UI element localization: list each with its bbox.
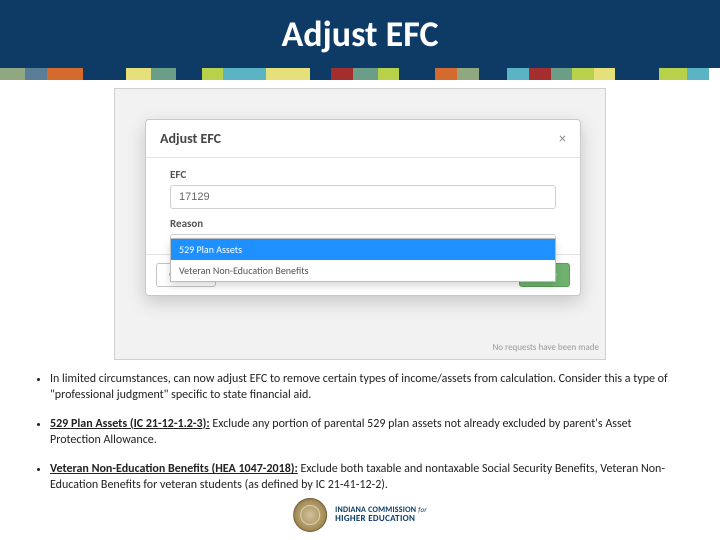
bullet-2-label: 529 Plan Assets (IC 21-12-1.2-3): (50, 417, 210, 431)
close-icon[interactable]: × (559, 132, 566, 146)
adjust-efc-modal: Adjust EFC × EFC Reason 529 Plan Assets … (145, 119, 581, 296)
footer-line2: HIGHER EDUCATION (335, 514, 427, 523)
bullet-2: 529 Plan Assets (IC 21-12-1.2-3): Exclud… (50, 417, 684, 448)
modal-title: Adjust EFC (160, 130, 221, 147)
bullet-1: In limited circumstances, can now adjust… (50, 372, 684, 403)
footer-text: INDIANA COMMISSION for HIGHER EDUCATION (335, 506, 427, 524)
reason-label: Reason (170, 217, 556, 230)
background-status-text: No requests have been made (492, 342, 599, 353)
embedded-screenshot: No requests have been made Adjust EFC × … (114, 88, 606, 360)
modal-header: Adjust EFC × (146, 120, 580, 158)
efc-label: EFC (170, 168, 556, 181)
reason-dropdown-list: 529 Plan Assets Veteran Non-Education Be… (170, 238, 556, 282)
brand-colorbar (0, 68, 720, 80)
indiana-seal-icon (293, 498, 327, 532)
bullet-list: In limited circumstances, can now adjust… (0, 360, 720, 494)
bullet-3-label: Veteran Non-Education Benefits (HEA 1047… (50, 462, 298, 476)
page-title: Adjust EFC (281, 12, 438, 56)
efc-field[interactable] (170, 185, 556, 209)
bullet-3: Veteran Non-Education Benefits (HEA 1047… (50, 462, 684, 493)
footer-for: for (418, 505, 427, 514)
dropdown-option-529[interactable]: 529 Plan Assets (171, 239, 555, 260)
modal-body: EFC Reason 529 Plan Assets Veteran Non-E… (146, 158, 580, 254)
title-band: Adjust EFC (0, 0, 720, 68)
footer-logo: INDIANA COMMISSION for HIGHER EDUCATION (293, 498, 427, 532)
dropdown-option-veteran[interactable]: Veteran Non-Education Benefits (171, 260, 555, 281)
